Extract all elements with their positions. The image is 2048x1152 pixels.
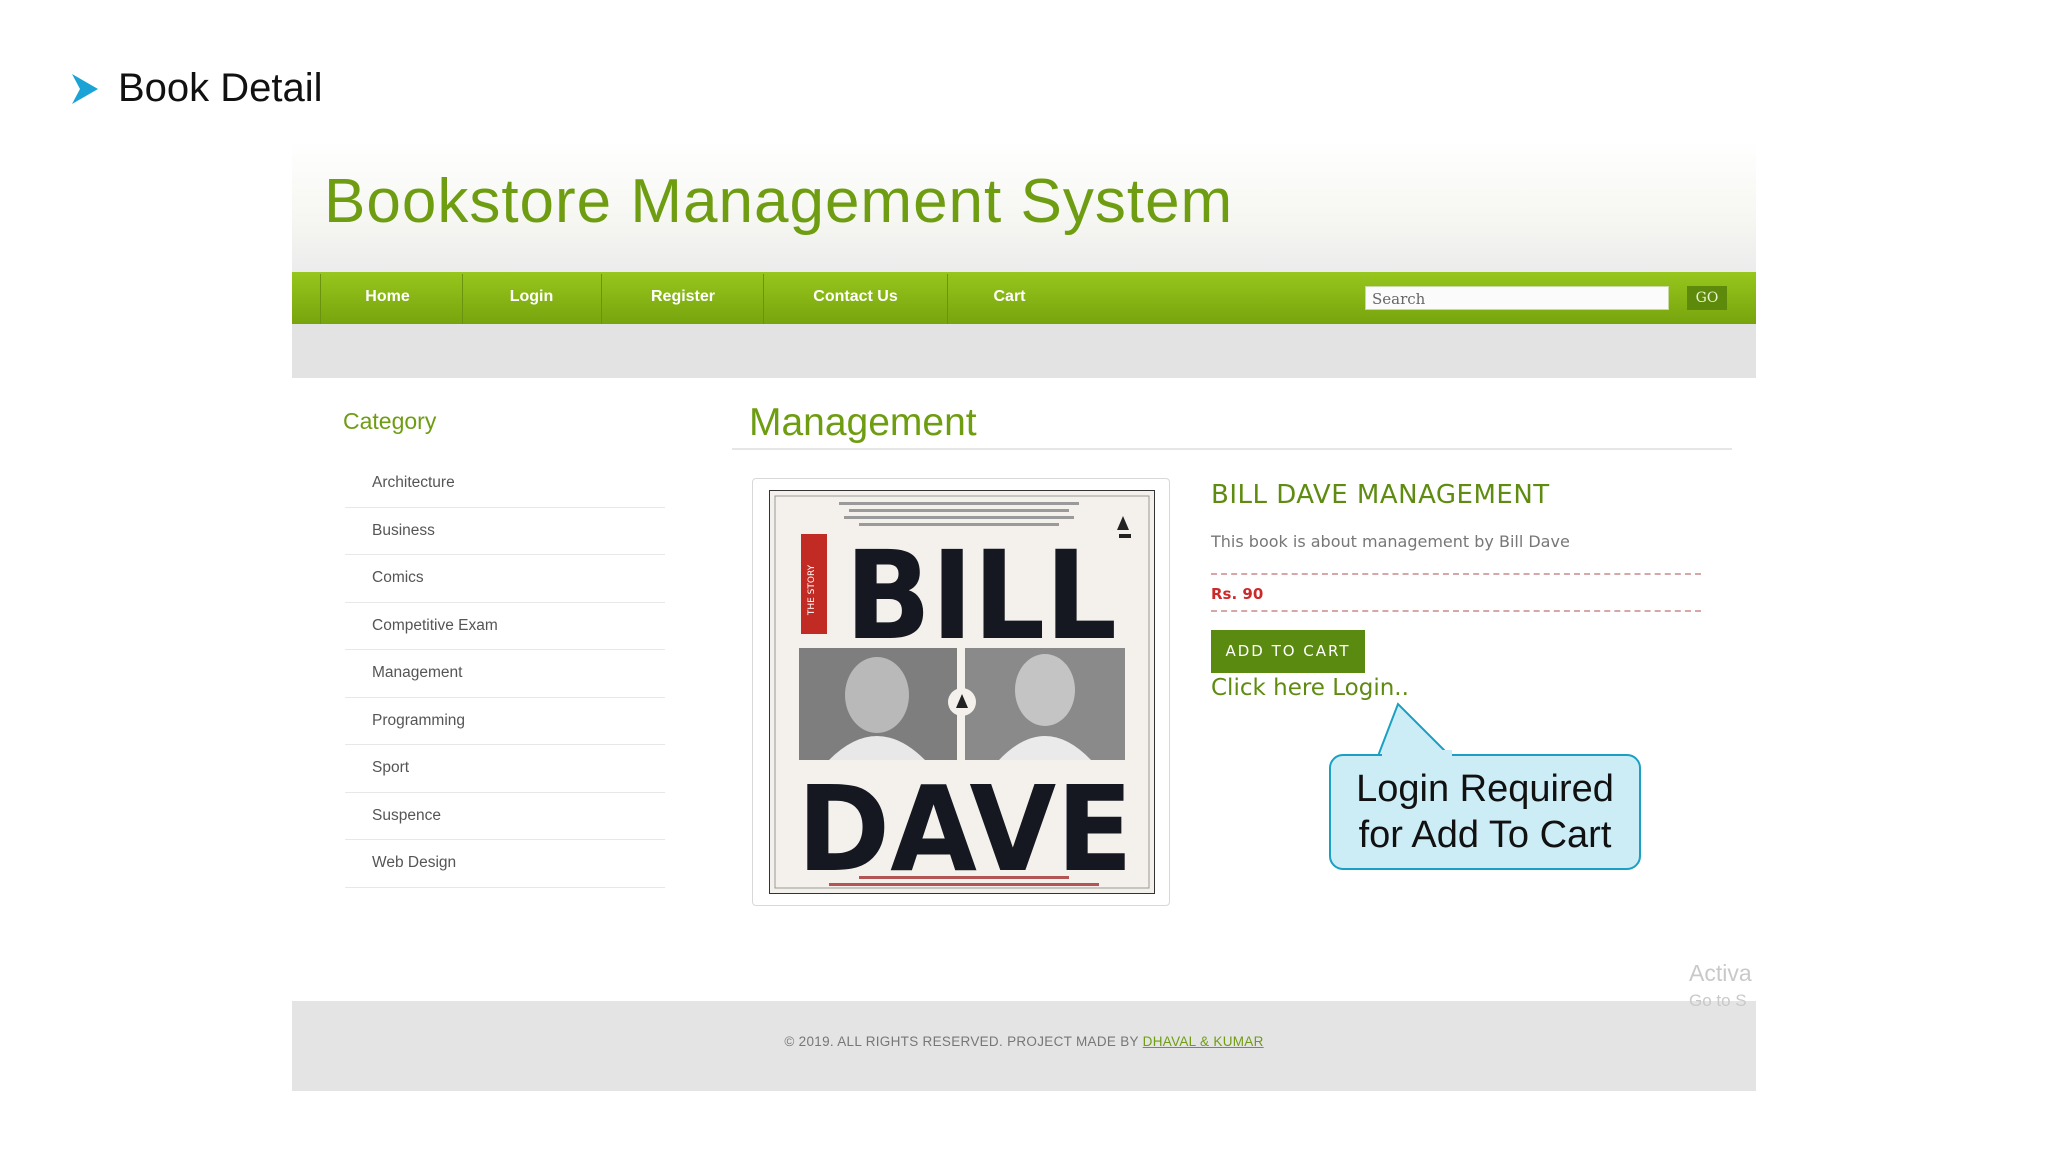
footer-text: © 2019. ALL RIGHTS RESERVED. PROJECT MAD…: [292, 1034, 1756, 1049]
category-page-title: Management: [749, 401, 977, 444]
watermark-line1: Activa: [1689, 960, 1752, 986]
watermark-line2: Go to S: [1689, 991, 1747, 1010]
site-title: Bookstore Management System: [324, 167, 1234, 236]
title-divider: [732, 448, 1732, 450]
nav-register[interactable]: Register: [602, 272, 764, 324]
dashed-divider: [1211, 573, 1701, 575]
category-item-management[interactable]: Management: [345, 650, 665, 698]
footer-copyright: © 2019. ALL RIGHTS RESERVED. PROJECT MAD…: [784, 1034, 1139, 1049]
book-title: BILL DAVE MANAGEMENT: [1211, 480, 1550, 510]
website-screenshot: Bookstore Management System Home Login R…: [292, 140, 1756, 1091]
activation-watermark: Activa Go to S: [1689, 960, 1752, 1014]
category-item-comics[interactable]: Comics: [345, 555, 665, 603]
book-image-card: THE STORY BILL DAVE: [752, 478, 1170, 906]
book-price: Rs. 90: [1211, 585, 1264, 603]
add-to-cart-button[interactable]: ADD TO CART: [1211, 630, 1365, 673]
cover-title-line2: DAVE: [797, 760, 1133, 894]
header-band: [292, 324, 1756, 378]
callout-line1: Login Required: [1356, 768, 1614, 810]
callout-line2: for Add To Cart: [1358, 814, 1612, 856]
category-item-architecture[interactable]: Architecture: [345, 460, 665, 508]
callout-pointer-join: [1382, 750, 1452, 758]
category-item-suspence[interactable]: Suspence: [345, 793, 665, 840]
cover-title-line1: BILL: [845, 525, 1117, 667]
dashed-divider: [1211, 610, 1701, 612]
book-cover-image: THE STORY BILL DAVE: [769, 490, 1155, 894]
search-input[interactable]: Search: [1365, 286, 1669, 310]
nav-login[interactable]: Login: [463, 272, 600, 324]
nav-home[interactable]: Home: [321, 272, 454, 324]
category-item-programming[interactable]: Programming: [345, 698, 665, 745]
footer-author-link[interactable]: DHAVAL & KUMAR: [1143, 1034, 1264, 1049]
arrow-bullet-icon: [72, 73, 98, 104]
svg-text:THE STORY: THE STORY: [807, 564, 817, 616]
site-header: Bookstore Management System: [292, 140, 1756, 272]
slide-title: Book Detail: [118, 66, 323, 110]
nav-contact-us[interactable]: Contact Us: [764, 272, 947, 324]
category-item-business[interactable]: Business: [345, 508, 665, 555]
slide-heading: Book Detail: [72, 66, 323, 111]
callout-text: Login Required for Add To Cart: [1329, 766, 1641, 858]
category-item-sport[interactable]: Sport: [345, 745, 665, 793]
login-link[interactable]: Click here Login..: [1211, 675, 1409, 701]
category-list: Architecture Business Comics Competitive…: [345, 460, 665, 888]
category-item-competitive-exam[interactable]: Competitive Exam: [345, 603, 665, 650]
book-description: This book is about management by Bill Da…: [1211, 532, 1570, 551]
category-item-web-design[interactable]: Web Design: [345, 840, 665, 888]
search-go-button[interactable]: GO: [1687, 286, 1727, 310]
nav-cart[interactable]: Cart: [948, 272, 1071, 324]
category-heading: Category: [343, 408, 437, 434]
